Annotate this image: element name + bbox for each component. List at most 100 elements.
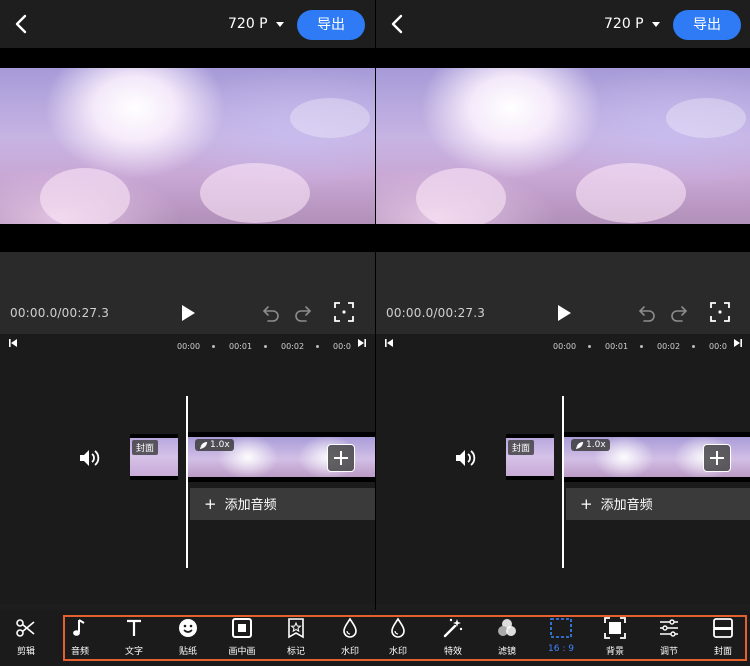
- speaker-icon[interactable]: [78, 447, 100, 469]
- tool-cut[interactable]: 剪辑: [0, 615, 52, 659]
- speed-label: 1.0x: [586, 440, 606, 450]
- cover-label: 封面: [132, 440, 159, 455]
- editor-panel-left: 720 P 导出 00:00.0/00:27.3 00:00 00:01 00:…: [0, 0, 375, 666]
- ruler-tick: 00:02: [657, 342, 681, 351]
- tool-audio[interactable]: 音频: [54, 615, 106, 659]
- tool-adjust[interactable]: 调节: [643, 615, 695, 659]
- ruler-tick: 00:0: [709, 342, 727, 351]
- ruler-tick: 00:02: [281, 342, 305, 351]
- tool-label: 调节: [659, 647, 678, 657]
- tool-label: 特效: [443, 647, 462, 657]
- background-icon: [604, 617, 626, 639]
- rocket-icon: [575, 441, 584, 449]
- tool-watermark[interactable]: 水印: [372, 615, 424, 659]
- fullscreen-icon[interactable]: [710, 302, 730, 322]
- tool-text[interactable]: 文字: [108, 615, 160, 659]
- top-bar: 720 P 导出: [376, 0, 750, 48]
- preview-letterbox-bottom: [0, 224, 375, 252]
- caret-down-icon: [275, 21, 284, 27]
- filter-icon: [498, 619, 516, 636]
- add-audio-label: 添加音频: [600, 498, 653, 513]
- plus-icon: +: [204, 495, 217, 513]
- skip-to-end-icon[interactable]: [357, 338, 367, 348]
- cover-icon: [713, 618, 733, 638]
- preview-letterbox-top: [376, 48, 750, 68]
- tool-watermark[interactable]: 水印: [324, 615, 376, 659]
- tool-label: 剪辑: [16, 647, 35, 657]
- caret-down-icon: [651, 21, 660, 27]
- preview-letterbox-top: [0, 48, 375, 68]
- preview-letterbox-bottom: [376, 224, 750, 252]
- video-clip[interactable]: 1.0x: [564, 432, 750, 482]
- tool-label: 水印: [340, 647, 359, 657]
- resolution-label: 720 P: [604, 16, 644, 32]
- cover-label: 封面: [508, 440, 535, 455]
- star-badge-icon: [288, 618, 304, 639]
- tool-aspect-ratio[interactable]: 16 : 9: [535, 615, 587, 659]
- tool-label: 背景: [605, 647, 624, 657]
- sliders-icon: [660, 619, 678, 637]
- tool-label: 标记: [286, 647, 305, 657]
- tool-label: 贴纸: [178, 647, 197, 657]
- aspect-ratio-icon: [550, 618, 572, 638]
- ruler-tick: 00:00: [553, 342, 577, 351]
- undo-icon[interactable]: [638, 304, 656, 322]
- tool-pip[interactable]: 画中画: [216, 615, 268, 659]
- playback-time: 00:00.0/00:27.3: [386, 306, 486, 320]
- add-audio-button[interactable]: + 添加音频: [190, 488, 375, 520]
- smiley-icon: [179, 619, 197, 637]
- redo-icon[interactable]: [670, 304, 688, 322]
- resolution-selector[interactable]: 720 P: [228, 16, 284, 32]
- tool-cover[interactable]: 封面: [697, 615, 749, 659]
- add-audio-label: 添加音频: [224, 498, 277, 513]
- back-arrow-icon[interactable]: [386, 12, 410, 36]
- export-button[interactable]: 导出: [673, 10, 741, 40]
- play-icon[interactable]: [556, 304, 572, 322]
- rocket-icon: [199, 441, 208, 449]
- playback-time: 00:00.0/00:27.3: [10, 306, 110, 320]
- ruler-tick: 00:00: [177, 342, 201, 351]
- tool-filter[interactable]: 滤镜: [481, 615, 533, 659]
- tool-sticker[interactable]: 贴纸: [162, 615, 214, 659]
- top-bar: 720 P 导出: [0, 0, 375, 48]
- tool-label: 音频: [70, 647, 89, 657]
- add-clip-button[interactable]: [327, 444, 355, 472]
- speed-badge[interactable]: 1.0x: [571, 439, 610, 451]
- cover-thumbnail[interactable]: 封面: [506, 434, 554, 480]
- tool-effects[interactable]: 特效: [427, 615, 479, 659]
- tool-label: 16 : 9: [548, 644, 574, 654]
- tool-label: 文字: [124, 647, 143, 657]
- speed-badge[interactable]: 1.0x: [195, 439, 234, 451]
- tool-label: 水印: [388, 647, 407, 657]
- resolution-selector[interactable]: 720 P: [604, 16, 660, 32]
- ruler-tick: 00:01: [229, 342, 253, 351]
- text-icon: [127, 619, 141, 636]
- tool-label: 封面: [713, 647, 732, 657]
- magic-wand-icon: [443, 618, 463, 638]
- add-audio-button[interactable]: + 添加音频: [566, 488, 750, 520]
- resolution-label: 720 P: [228, 16, 268, 32]
- speaker-icon[interactable]: [454, 447, 476, 469]
- pip-icon: [232, 618, 252, 638]
- add-clip-button[interactable]: [703, 444, 731, 472]
- skip-to-end-icon[interactable]: [733, 338, 743, 348]
- tool-mark[interactable]: 标记: [270, 615, 322, 659]
- music-note-icon: [73, 619, 85, 636]
- tool-label: 画中画: [228, 647, 256, 657]
- playhead[interactable]: [186, 396, 188, 568]
- tool-label: 滤镜: [497, 647, 516, 657]
- back-arrow-icon[interactable]: [10, 12, 34, 36]
- undo-icon[interactable]: [262, 304, 280, 322]
- time-ruler: 00:00 00:01 00:02 00:0: [0, 340, 375, 354]
- time-ruler: 00:00 00:01 00:02 00:0: [376, 340, 750, 354]
- redo-icon[interactable]: [294, 304, 312, 322]
- cover-thumbnail[interactable]: 封面: [130, 434, 178, 480]
- video-clip[interactable]: 1.0x: [188, 432, 375, 482]
- playhead[interactable]: [562, 396, 564, 568]
- fullscreen-icon[interactable]: [334, 302, 354, 322]
- ruler-tick: 00:0: [333, 342, 351, 351]
- export-button[interactable]: 导出: [297, 10, 365, 40]
- scissors-icon: [16, 619, 35, 637]
- tool-background[interactable]: 背景: [589, 615, 641, 659]
- play-icon[interactable]: [180, 304, 196, 322]
